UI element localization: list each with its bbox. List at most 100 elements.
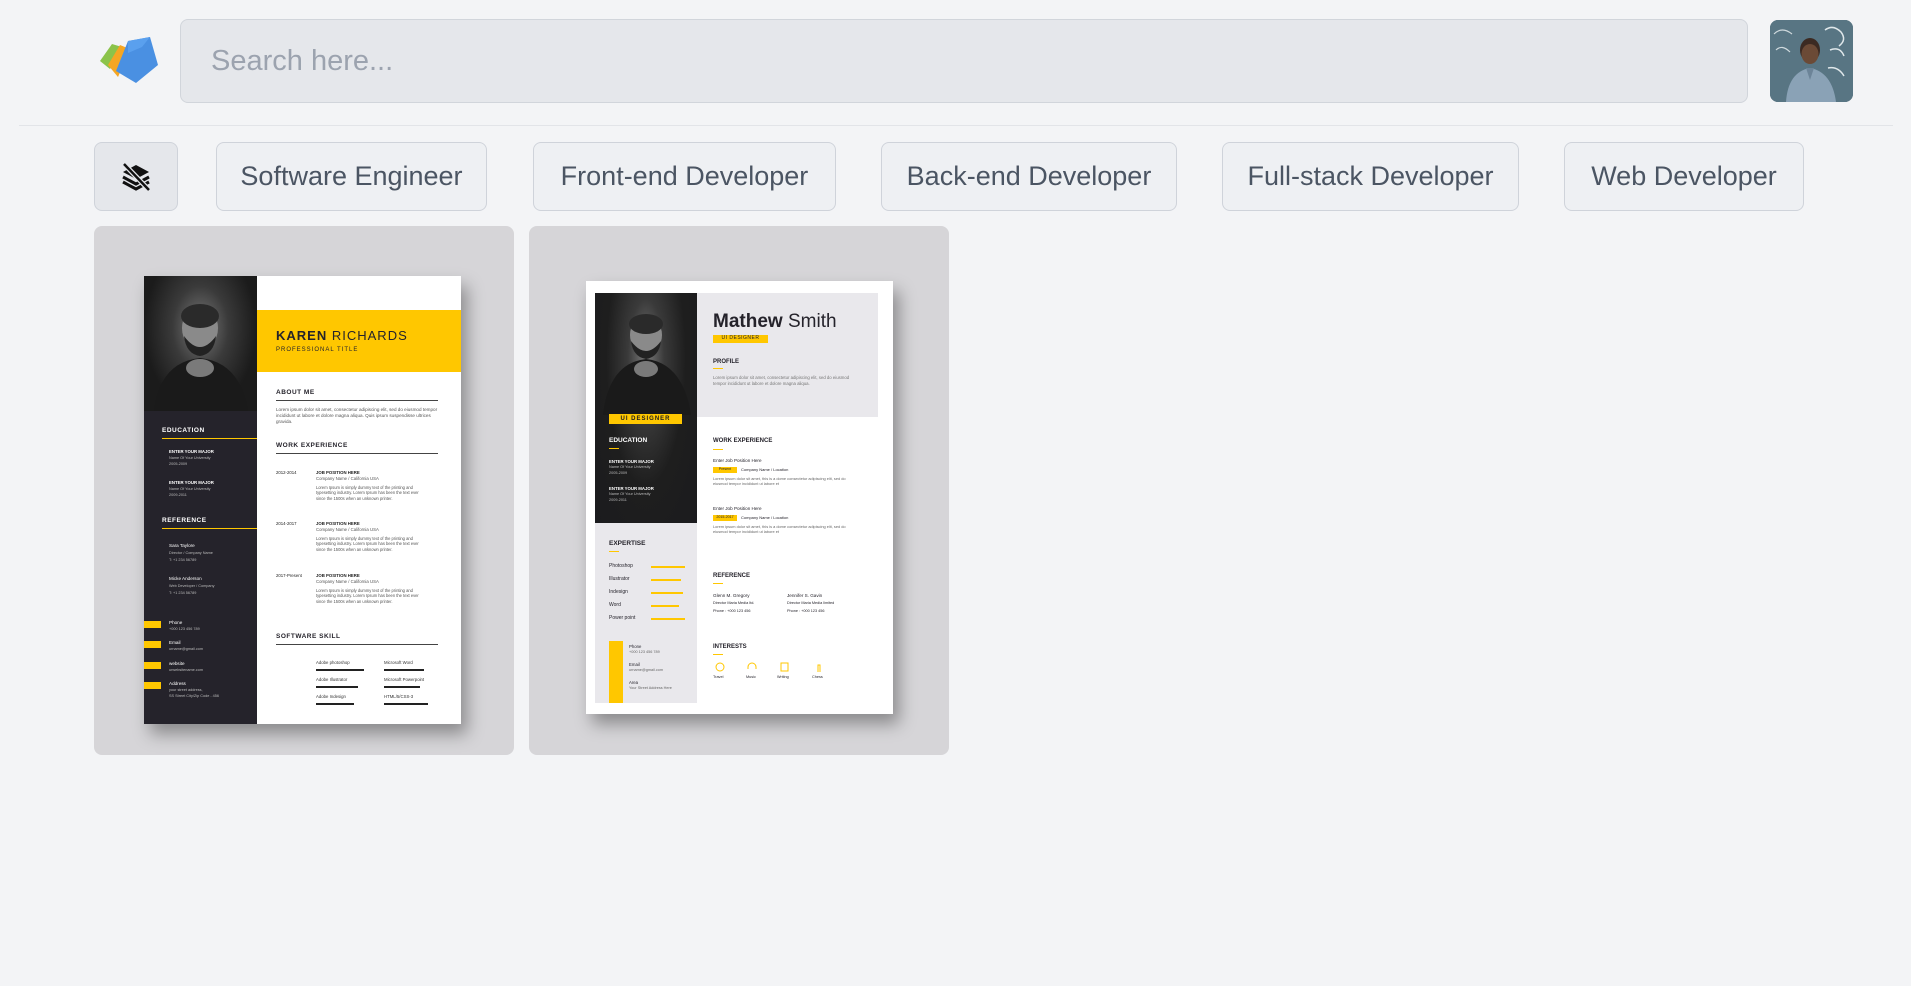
ref-role: Director Maria Media ltd. — [713, 601, 755, 605]
expertise-label: Illustrator — [609, 576, 630, 582]
contact-strip — [609, 641, 623, 703]
skill-bar — [316, 703, 354, 705]
edu-school: Name Of Your University — [609, 465, 651, 469]
resume-preview: KAREN RICHARDS PROFESSIONAL TITLE ABOUT … — [144, 276, 461, 724]
skill-bar — [316, 669, 364, 671]
job-title: JOB POSITION HERE — [316, 521, 360, 526]
resume-last-name: RICHARDS — [331, 328, 408, 343]
contact-label: Address — [169, 681, 186, 686]
expertise-label: Photoshop — [609, 563, 633, 569]
contact-label: Email — [629, 662, 640, 667]
filter-chip-web-developer[interactable]: Web Developer — [1564, 142, 1804, 211]
resume-last-name: Smith — [787, 311, 837, 332]
edu-school: Name Of Your University — [609, 492, 651, 496]
contact-marker — [144, 641, 161, 648]
filter-chip-back-end-developer[interactable]: Back-end Developer — [881, 142, 1177, 211]
section-work: WORK EXPERIENCE — [276, 442, 348, 449]
skill-label: Adobe photoshop — [316, 660, 350, 665]
job-years: 2012-2014 — [276, 470, 297, 475]
contact-value: urname@gmail.com — [629, 668, 664, 672]
edu-school: Name Of Your University — [169, 487, 211, 491]
interest-label: Chess — [812, 675, 823, 679]
section-about: ABOUT ME — [276, 389, 315, 396]
job-company: Company Name / California USA — [316, 579, 379, 584]
resume-title: PROFESSIONAL TITLE — [276, 347, 359, 353]
ref-role: Director Maria Media limited — [787, 601, 835, 605]
search-input[interactable] — [180, 19, 1748, 103]
divider — [713, 583, 723, 584]
resume-first-name: KAREN — [276, 328, 328, 343]
job-desc: Lorem ipsum dolor sit amet, this is a do… — [713, 524, 846, 535]
resume-first-name: Mathew — [713, 311, 783, 332]
job-years: 2015-2017 — [716, 515, 734, 519]
divider — [713, 449, 723, 450]
skill-bar — [316, 686, 358, 688]
edu-major: ENTER YOUR MAJOR — [169, 480, 214, 485]
expertise-bar — [651, 605, 679, 607]
ref-name: Jennifer S. Gavin — [787, 593, 823, 598]
contact-label: website — [169, 661, 185, 666]
layers-off-icon — [122, 161, 151, 192]
job-company: Company Name / California USA — [316, 527, 379, 532]
divider — [713, 654, 723, 655]
contact-value: urname@gmail.com — [169, 647, 204, 651]
ref-phone: T: +1 234 56789 — [169, 558, 197, 562]
divider — [713, 368, 723, 369]
template-card-karen-richards[interactable]: KAREN RICHARDS PROFESSIONAL TITLE ABOUT … — [94, 226, 514, 755]
skill-label: Microsoft Powerpoint — [384, 677, 425, 682]
clear-filter-button[interactable] — [94, 142, 178, 211]
ref-role: Web Developer / Company — [169, 584, 215, 588]
filter-chip-software-engineer[interactable]: Software Engineer — [216, 142, 487, 211]
contact-label: Area — [629, 680, 639, 685]
ref-role: Director / Company Name — [169, 551, 213, 555]
job-desc: Lorem Ipsum is simply dummy text of the … — [316, 485, 419, 501]
expertise-bar — [651, 618, 685, 620]
edu-school: Name Of Your University — [169, 456, 211, 460]
edu-major: ENTER YOUR MAJOR — [609, 459, 654, 464]
expertise-label: Power point — [609, 615, 636, 621]
edu-years: 2009-2011 — [609, 498, 627, 502]
job-years: Present — [718, 467, 732, 471]
user-avatar[interactable] — [1770, 20, 1853, 102]
writing-icon — [780, 662, 789, 672]
expertise-bar — [651, 566, 685, 568]
divider — [276, 400, 438, 401]
ref-name: Micke Anderson — [169, 576, 202, 581]
contact-value: your street address, — [169, 688, 203, 692]
divider — [162, 528, 257, 529]
job-years: 2014-2017 — [276, 521, 297, 526]
job-company: Company Name / Location — [741, 515, 789, 520]
contact-label: Phone — [169, 620, 183, 625]
expertise-label: Word — [609, 602, 621, 608]
template-card-mathew-smith[interactable]: UI DESIGNER EDUCATION ENTER YOUR MAJOR N… — [529, 226, 949, 755]
filter-chip-front-end-developer[interactable]: Front-end Developer — [533, 142, 836, 211]
contact-value: +000 123 456 789 — [169, 627, 200, 631]
section-expertise: EXPERTISE — [609, 540, 646, 547]
resume-preview: UI DESIGNER EDUCATION ENTER YOUR MAJOR N… — [586, 281, 893, 714]
ref-phone: Phone : +000 123 456 — [787, 609, 825, 613]
ref-name: Glenn M. Gregory — [713, 593, 750, 598]
skill-label: Adobe Illustrator — [316, 677, 348, 682]
divider — [276, 644, 438, 645]
contact-value: urwebsitename.com — [169, 668, 203, 672]
expertise-bar — [651, 592, 683, 594]
side-badge: UI DESIGNER — [620, 416, 671, 422]
interest-label: Music — [746, 675, 756, 679]
edu-years: 2009-2011 — [169, 493, 187, 497]
contact-label: Phone — [629, 644, 642, 649]
interest-label: Travel — [713, 675, 724, 679]
divider — [276, 453, 438, 454]
job-title: JOB POSITION HERE — [316, 573, 360, 578]
contact-marker — [144, 662, 161, 669]
about-text: Lorem ipsum dolor sit amet, consectetur … — [276, 407, 438, 425]
section-reference: REFERENCE — [713, 573, 751, 579]
filter-chip-full-stack-developer[interactable]: Full-stack Developer — [1222, 142, 1519, 211]
section-education: EDUCATION — [609, 437, 648, 444]
ref-phone: T: +1 234 56789 — [169, 591, 197, 595]
job-desc: Lorem Ipsum is simply dummy text of the … — [316, 588, 419, 604]
divider — [609, 551, 619, 552]
edu-years: 2005-2009 — [169, 462, 188, 466]
app-logo-icon[interactable] — [98, 35, 160, 87]
divider — [609, 448, 619, 449]
ref-phone: Phone : +000 123 456 — [713, 609, 751, 613]
